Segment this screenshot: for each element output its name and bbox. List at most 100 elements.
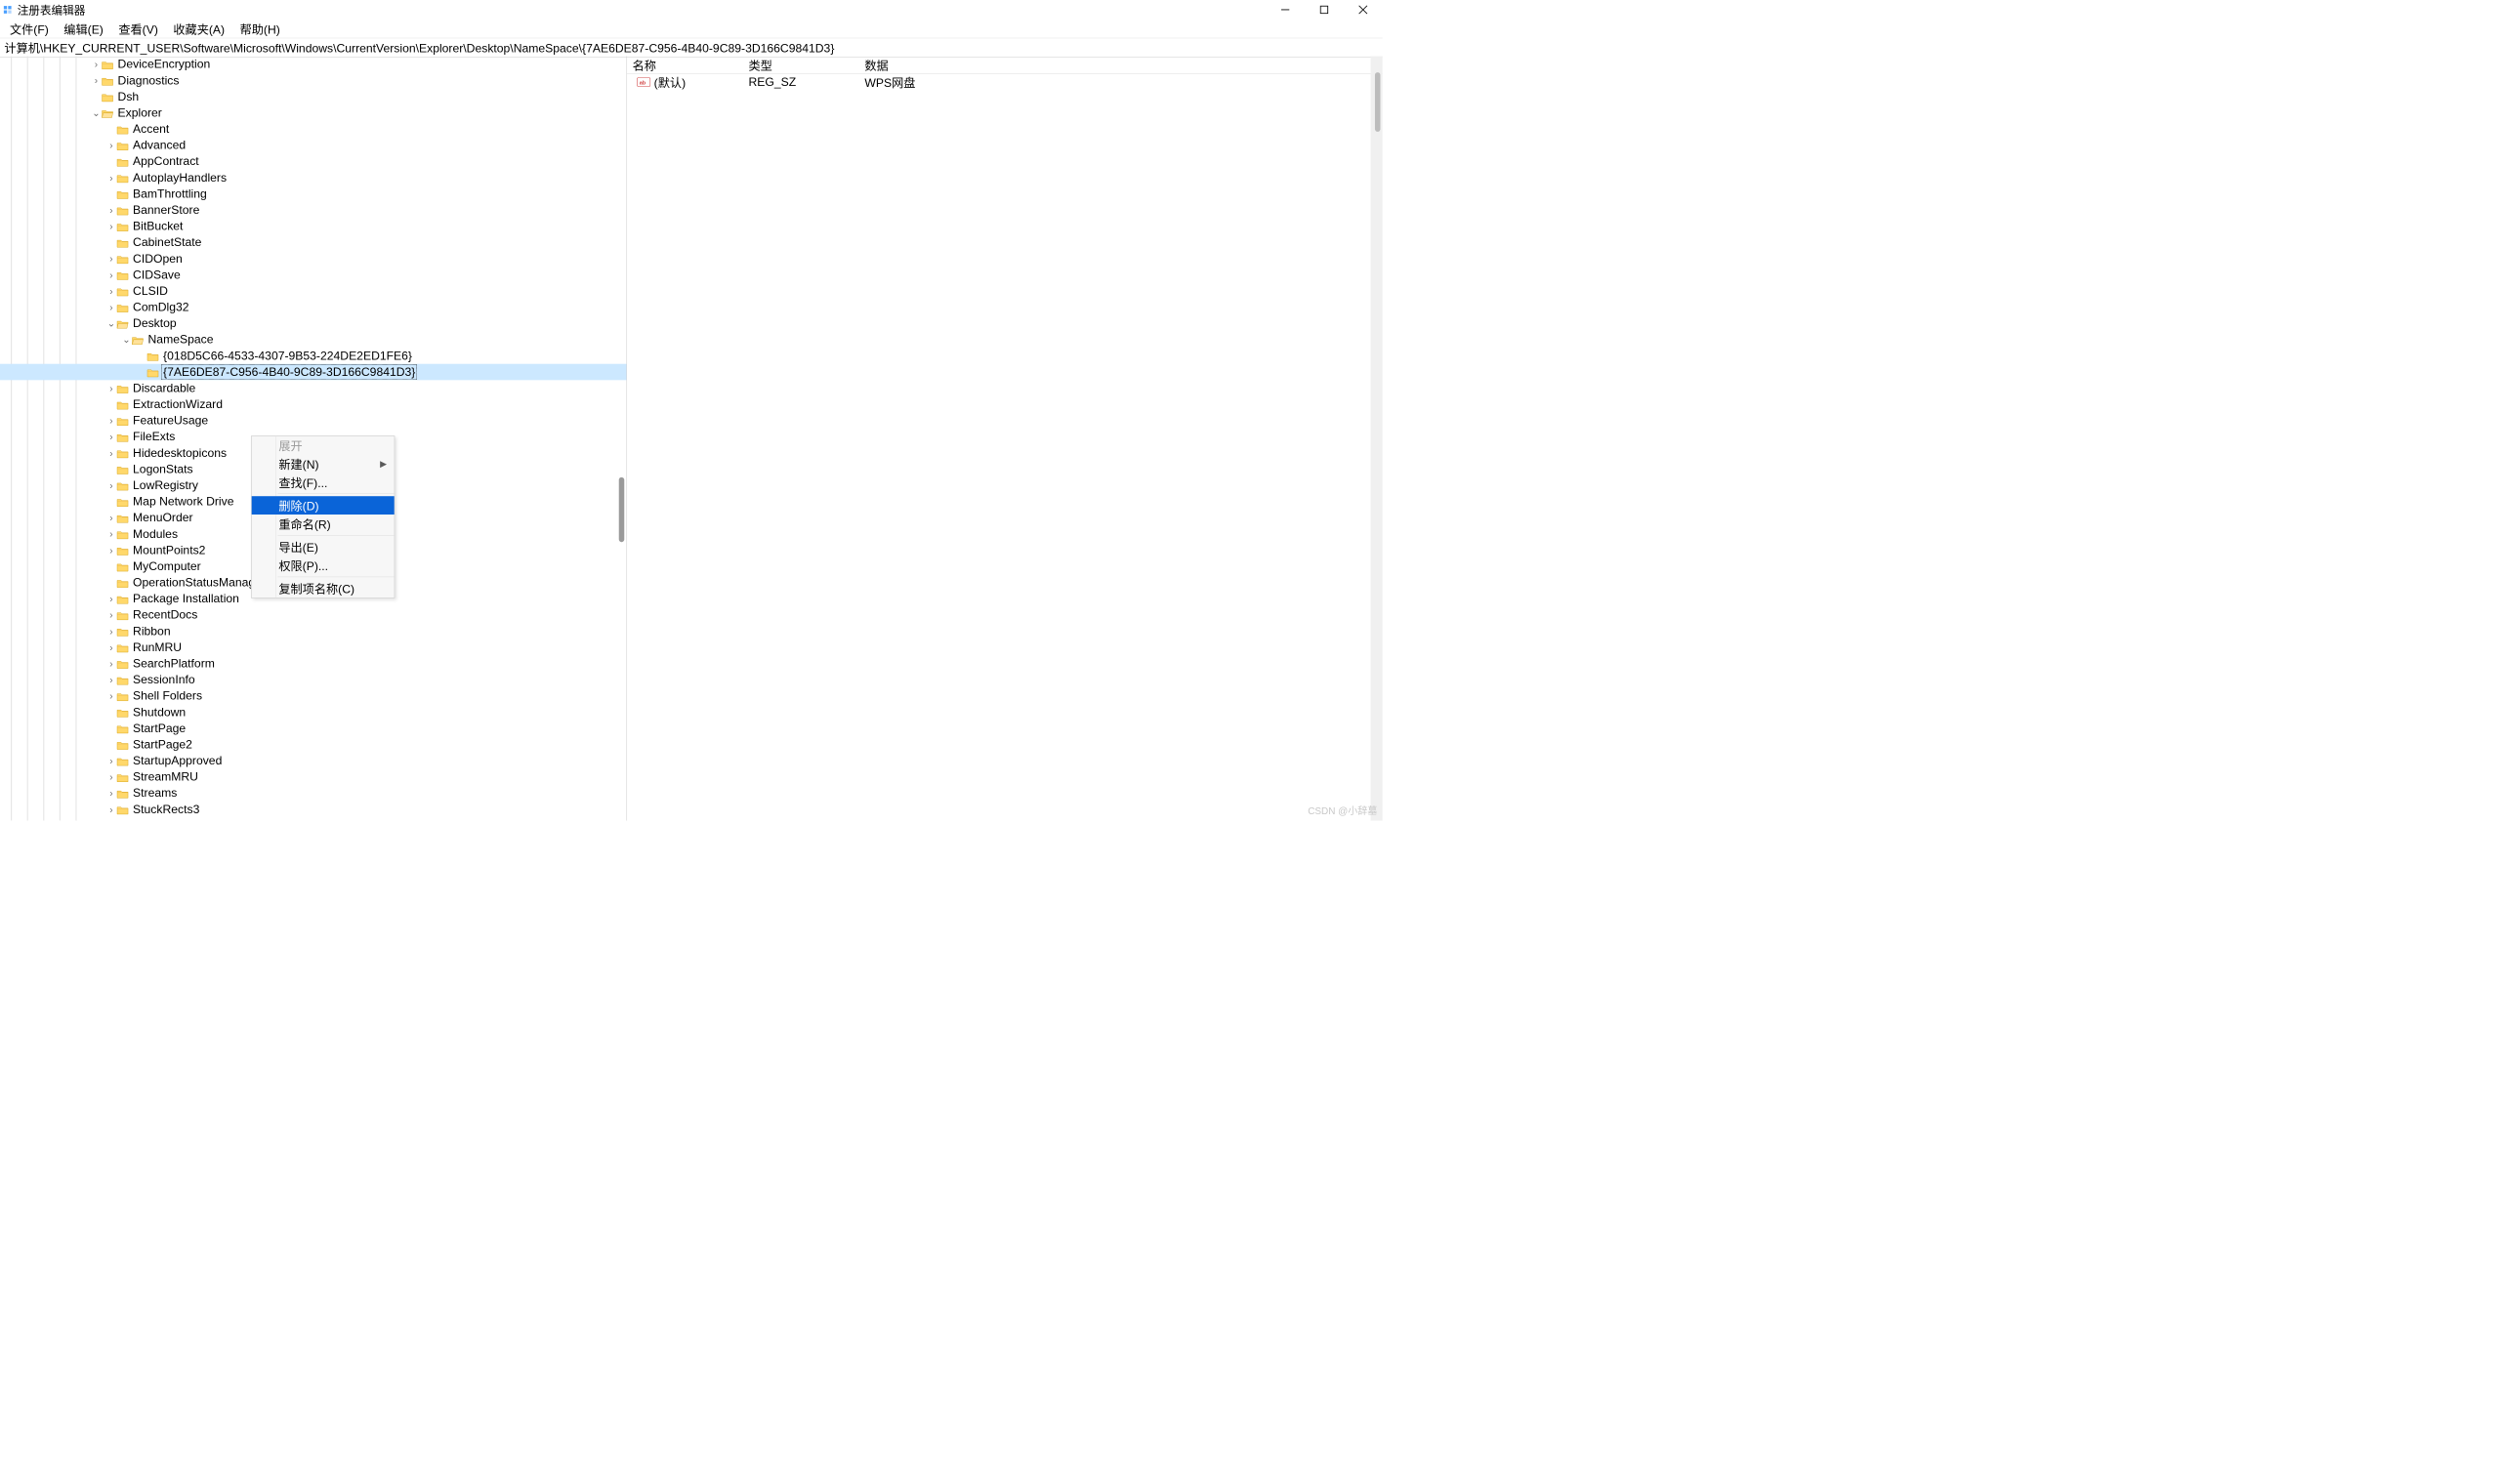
- tree-item[interactable]: ›StuckRects3: [0, 802, 626, 818]
- close-button[interactable]: [1344, 0, 1383, 19]
- expand-icon[interactable]: ›: [105, 140, 116, 151]
- expand-icon[interactable]: ›: [105, 513, 116, 524]
- expand-icon[interactable]: ›: [105, 528, 116, 540]
- context-item[interactable]: 导出(E): [252, 538, 395, 556]
- tree-item[interactable]: ›SessionInfo: [0, 672, 626, 688]
- tree-item[interactable]: ⌄NameSpace: [0, 332, 626, 349]
- expand-icon[interactable]: ›: [105, 690, 116, 702]
- context-item[interactable]: 查找(F)...: [252, 473, 395, 491]
- expand-icon[interactable]: ›: [105, 253, 116, 265]
- tree-item[interactable]: AppContract: [0, 153, 626, 170]
- tree-scrollbar[interactable]: [617, 57, 627, 821]
- tree-item[interactable]: ›AutoplayHandlers: [0, 170, 626, 186]
- tree-item[interactable]: ›CIDOpen: [0, 251, 626, 268]
- expand-icon[interactable]: ›: [91, 75, 102, 87]
- folder-icon: [116, 497, 128, 507]
- tree-item[interactable]: ›SearchPlatform: [0, 655, 626, 672]
- tree-item[interactable]: ›CIDSave: [0, 267, 626, 283]
- tree-item[interactable]: ›Shell Folders: [0, 688, 626, 705]
- tree-item[interactable]: ›ComDlg32: [0, 299, 626, 315]
- expand-icon[interactable]: ›: [105, 641, 116, 653]
- col-data[interactable]: 数据: [864, 57, 1382, 74]
- expand-icon[interactable]: ›: [105, 545, 116, 556]
- expand-icon[interactable]: ⌄: [105, 317, 116, 329]
- menu-item-1[interactable]: 编辑(E): [57, 17, 111, 39]
- values-scroll-thumb[interactable]: [1375, 72, 1381, 132]
- tree-item[interactable]: ›StartupApproved: [0, 753, 626, 769]
- context-item[interactable]: 重命名(R): [252, 515, 395, 533]
- expand-icon[interactable]: ›: [105, 221, 116, 232]
- menu-item-2[interactable]: 查看(V): [111, 17, 166, 39]
- tree-item[interactable]: CabinetState: [0, 234, 626, 251]
- expand-icon[interactable]: ›: [91, 59, 102, 70]
- tree-item[interactable]: StartPage: [0, 721, 626, 737]
- tree-item[interactable]: ›DeviceEncryption: [0, 57, 626, 73]
- tree-item[interactable]: StartPage2: [0, 736, 626, 753]
- expand-icon[interactable]: ›: [105, 755, 116, 766]
- expand-icon[interactable]: ›: [105, 593, 116, 604]
- menu-item-4[interactable]: 帮助(H): [232, 17, 288, 39]
- list-row[interactable]: ab(默认)REG_SZWPS网盘: [627, 74, 1383, 91]
- expand-icon[interactable]: ›: [105, 479, 116, 491]
- tree-item[interactable]: {7AE6DE87-C956-4B40-9C89-3D166C9841D3}: [0, 364, 626, 381]
- tree-item[interactable]: › Discardable: [0, 380, 626, 396]
- expand-icon[interactable]: ›: [105, 383, 116, 394]
- tree-item[interactable]: Accent: [0, 121, 626, 138]
- tree-item[interactable]: ›Diagnostics: [0, 72, 626, 89]
- expand-icon[interactable]: ›: [105, 432, 116, 443]
- address-bar[interactable]: 计算机\HKEY_CURRENT_USER\Software\Microsoft…: [0, 38, 1383, 58]
- expand-icon[interactable]: ›: [105, 771, 116, 783]
- expand-icon[interactable]: ›: [105, 788, 116, 800]
- expand-icon[interactable]: ›: [105, 172, 116, 184]
- expand-icon[interactable]: ⌄: [121, 334, 132, 346]
- context-item[interactable]: 复制项名称(C): [252, 579, 395, 598]
- expand-icon[interactable]: ⌄: [91, 107, 102, 119]
- list-header[interactable]: 名称 类型 数据: [627, 57, 1383, 74]
- tree-item[interactable]: ⌄Desktop: [0, 315, 626, 332]
- tree-label: Discardable: [132, 381, 196, 394]
- tree-item[interactable]: ⌄Explorer: [0, 104, 626, 121]
- tree-item[interactable]: {018D5C66-4533-4307-9B53-224DE2ED1FE6}: [0, 348, 626, 364]
- context-item[interactable]: 权限(P)...: [252, 556, 395, 575]
- folder-icon: [116, 173, 128, 183]
- context-item[interactable]: 新建(N)▶: [252, 455, 395, 474]
- menu-item-3[interactable]: 收藏夹(A): [166, 17, 232, 39]
- expand-icon[interactable]: ›: [105, 269, 116, 281]
- col-name[interactable]: 名称: [627, 57, 748, 74]
- tree-item[interactable]: ›StreamMRU: [0, 768, 626, 785]
- tree-item[interactable]: ›Advanced: [0, 137, 626, 153]
- tree-item[interactable]: ›Ribbon: [0, 623, 626, 639]
- expand-icon[interactable]: ›: [105, 626, 116, 638]
- tree-label: CabinetState: [132, 235, 203, 249]
- expand-icon[interactable]: ›: [105, 658, 116, 670]
- expand-icon[interactable]: ›: [105, 804, 116, 815]
- tree-item[interactable]: ›RunMRU: [0, 639, 626, 656]
- tree-item[interactable]: ›FeatureUsage: [0, 412, 626, 429]
- expand-icon[interactable]: ›: [105, 447, 116, 459]
- tree-item[interactable]: Shutdown: [0, 704, 626, 721]
- context-item[interactable]: 删除(D): [252, 496, 395, 515]
- expand-icon[interactable]: ›: [105, 285, 116, 297]
- values-scrollbar[interactable]: [1371, 57, 1383, 821]
- minimize-button[interactable]: [1266, 0, 1305, 19]
- expand-icon[interactable]: ›: [105, 415, 116, 427]
- tree-item[interactable]: ›BitBucket: [0, 218, 626, 234]
- tree-pane: ›DeviceEncryption›DiagnosticsDsh⌄Explore…: [0, 57, 627, 821]
- menu-item-0[interactable]: 文件(F): [2, 17, 56, 39]
- expand-icon[interactable]: ›: [105, 302, 116, 313]
- tree-item[interactable]: ›BannerStore: [0, 202, 626, 219]
- tree-scroll-thumb[interactable]: [619, 477, 625, 542]
- expand-icon[interactable]: ›: [105, 674, 116, 685]
- maximize-button[interactable]: [1305, 0, 1344, 19]
- folder-icon: [116, 189, 128, 199]
- tree-label: ExtractionWizard: [132, 397, 224, 411]
- tree-item[interactable]: ›Streams: [0, 785, 626, 802]
- tree-item[interactable]: BamThrottling: [0, 186, 626, 202]
- expand-icon[interactable]: ›: [105, 204, 116, 216]
- tree-item[interactable]: ›RecentDocs: [0, 607, 626, 624]
- expand-icon[interactable]: ›: [105, 609, 116, 621]
- col-type[interactable]: 类型: [748, 57, 864, 74]
- tree-item[interactable]: ›CLSID: [0, 283, 626, 300]
- tree-item[interactable]: Dsh: [0, 89, 626, 105]
- tree-item[interactable]: ExtractionWizard: [0, 396, 626, 413]
